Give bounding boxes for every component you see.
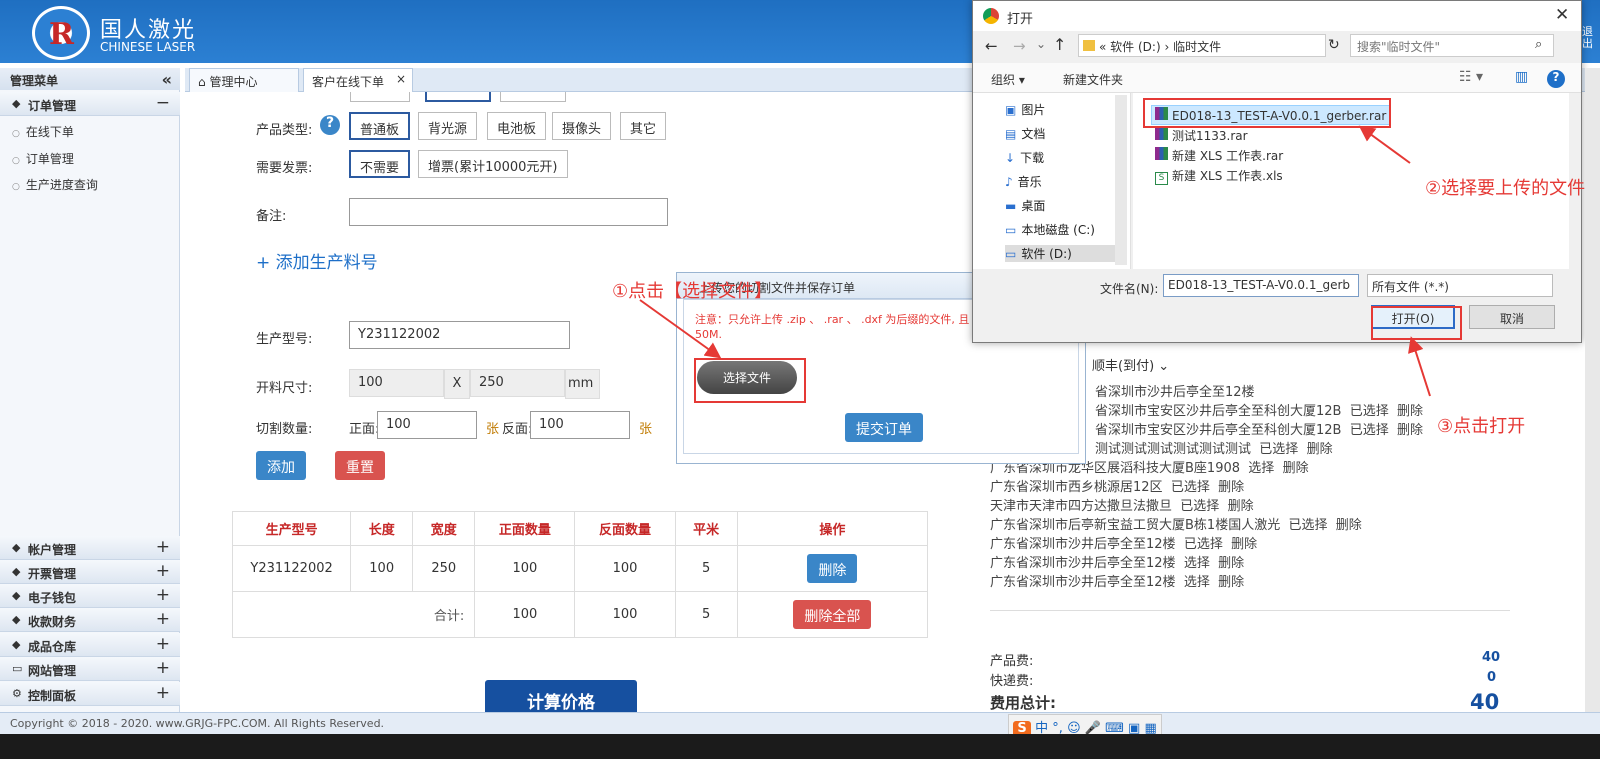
arrow-step3 (1408, 336, 1431, 397)
annotation-step1: ①点击【选择文件】 (612, 281, 773, 302)
arrow-step1 (639, 299, 722, 359)
os-taskbar (0, 734, 1600, 759)
ime-toolbar: S 中 °, ☺ 🎤 ⌨ ▣ ▦ (1008, 714, 1162, 739)
annotation-arrows (639, 125, 1431, 397)
annotation-step2: ②选择要上传的文件 (1425, 178, 1586, 199)
footer: Copyright © 2018 - 2020. www.GRJG-FPC.CO… (0, 712, 1600, 734)
arrow-step2 (1358, 125, 1411, 164)
annotation-step3: ③点击打开 (1437, 416, 1526, 437)
